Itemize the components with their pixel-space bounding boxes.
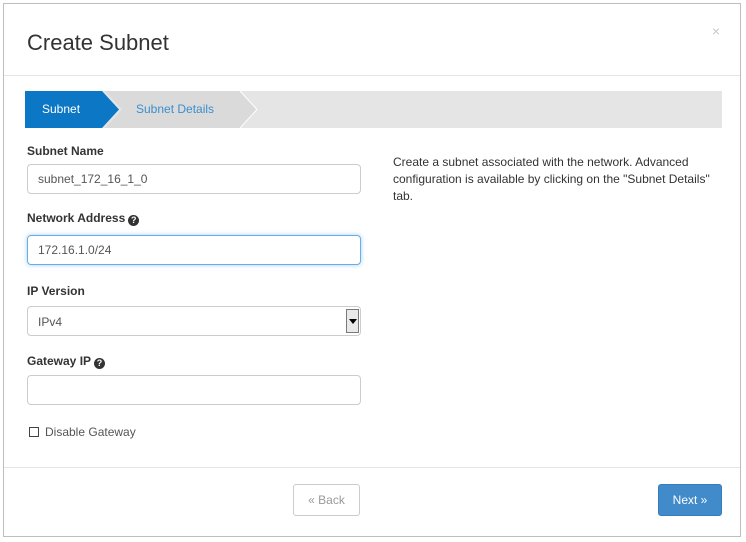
disable-gateway-label: Disable Gateway [45,425,136,439]
network-address-label: Network Address? [27,211,140,226]
create-subnet-dialog: Create Subnet × Subnet Subnet Details Su… [3,3,741,537]
ip-version-selected-value: IPv4 [38,315,63,329]
close-icon[interactable]: × [712,24,720,38]
next-button[interactable]: Next » [658,484,722,516]
back-button[interactable]: « Back [293,484,360,516]
gateway-ip-input[interactable] [27,375,361,405]
tab-subnet[interactable]: Subnet [42,102,80,116]
network-address-input[interactable] [27,235,361,265]
ip-version-label-text: IP Version [27,284,85,298]
help-icon[interactable]: ? [94,358,106,369]
ip-version-label: IP Version [27,284,85,298]
ip-version-select[interactable]: IPv4 [27,306,361,336]
network-address-label-text: Network Address [27,211,126,225]
dialog-title: Create Subnet [27,30,169,55]
dropdown-arrow-icon[interactable] [346,309,359,333]
dialog-header: Create Subnet × [4,4,740,76]
subnet-name-input[interactable] [27,164,361,194]
help-icon[interactable]: ? [128,215,140,226]
gateway-ip-label: Gateway IP? [27,354,106,369]
disable-gateway-row: Disable Gateway [29,425,136,439]
footer-divider [4,467,740,468]
wizard-nav: Subnet Subnet Details [25,91,722,128]
gateway-ip-label-text: Gateway IP [27,354,92,368]
wizard-steps-graphic [25,91,258,128]
subnet-name-label-text: Subnet Name [27,144,104,158]
subnet-name-label: Subnet Name [27,144,104,158]
disable-gateway-checkbox[interactable] [29,427,39,437]
tab-subnet-details[interactable]: Subnet Details [136,102,214,116]
help-description: Create a subnet associated with the netw… [393,155,710,203]
